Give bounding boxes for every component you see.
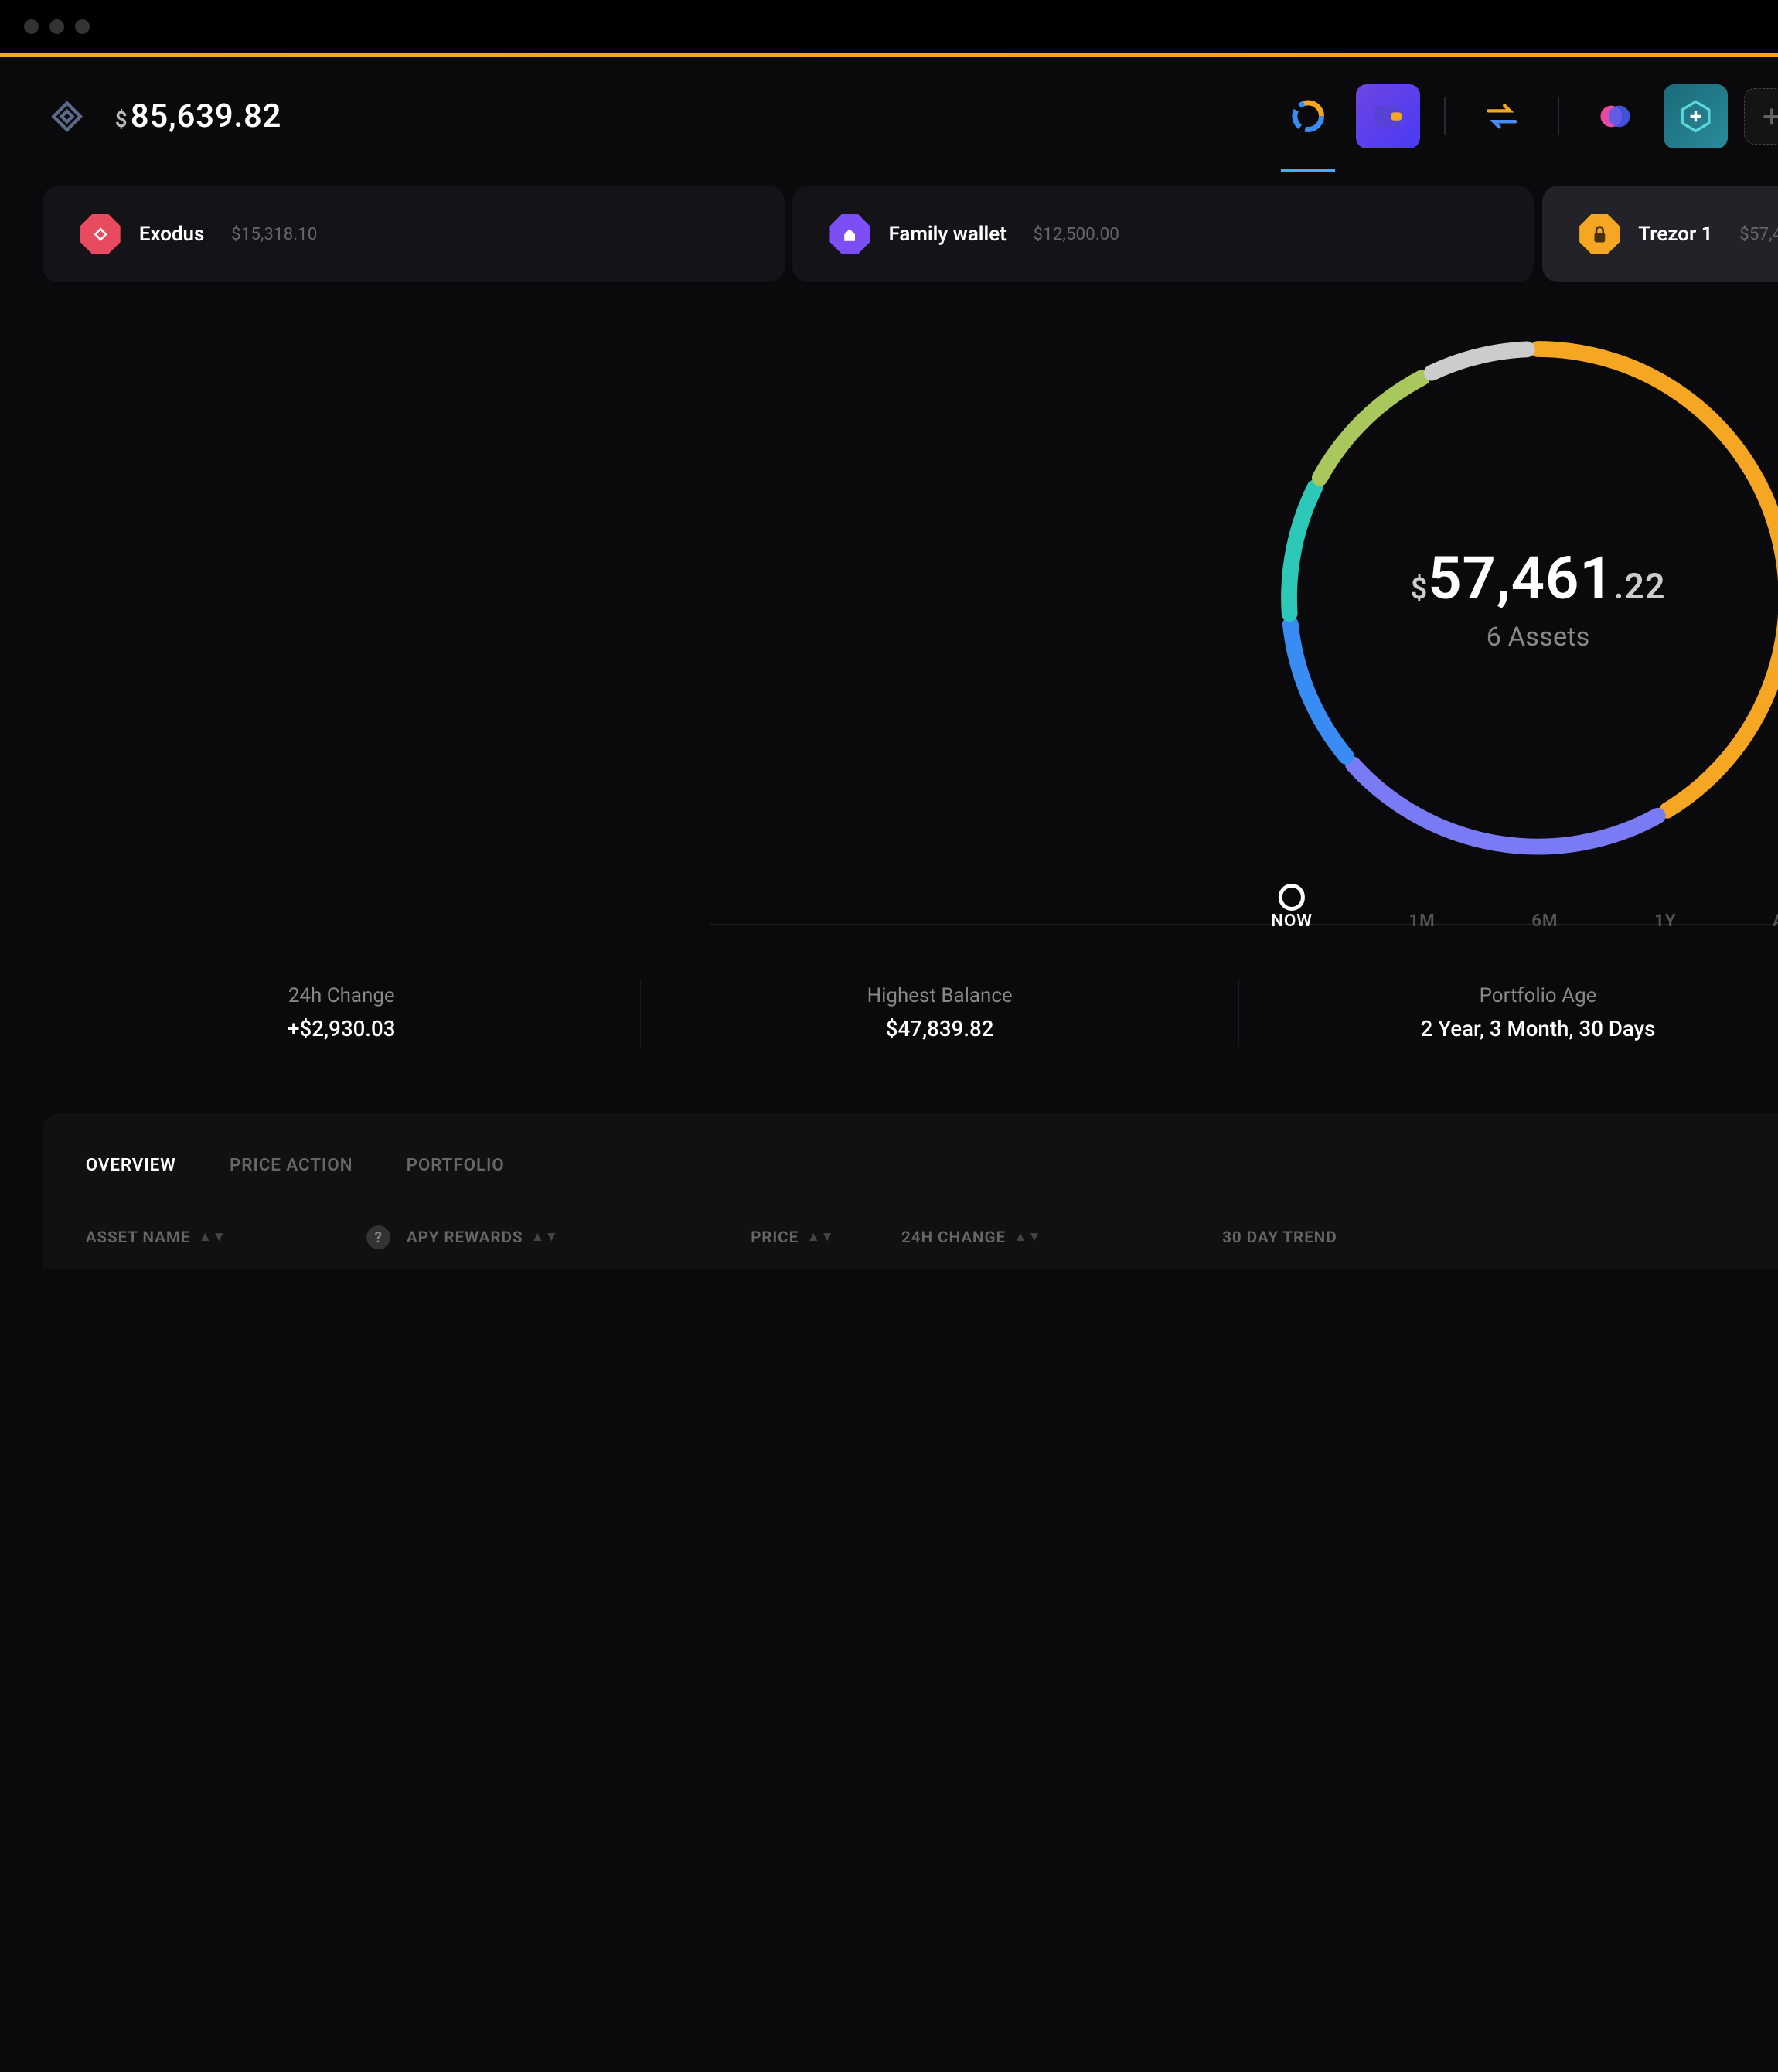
assets-count: 6 Assets xyxy=(1411,621,1666,652)
portfolio-balance: $57,461.22 xyxy=(1411,544,1666,613)
time-range-all[interactable]: ALL xyxy=(1773,911,1778,931)
table-tabs-row: OVERVIEW PRICE ACTION PORTFOLIO With bal… xyxy=(86,1154,1778,1177)
time-range-1m[interactable]: 1M xyxy=(1408,911,1435,931)
tab-portfolio[interactable]: PORTFOLIO xyxy=(407,1155,505,1175)
wallet-tab-name: Trezor 1 xyxy=(1638,223,1712,246)
help-icon[interactable]: ? xyxy=(366,1225,390,1249)
assets-table-section: OVERVIEW PRICE ACTION PORTFOLIO With bal… xyxy=(43,1113,1778,1269)
wallet-tab-amount: $15,318.10 xyxy=(231,224,317,244)
nav-wallet-icon[interactable] xyxy=(1356,84,1420,148)
table-tabs: OVERVIEW PRICE ACTION PORTFOLIO xyxy=(86,1155,505,1175)
wallet-trezor-icon xyxy=(1579,214,1620,254)
nav-divider xyxy=(1558,97,1559,135)
app-logo-icon[interactable] xyxy=(43,92,90,140)
stat-24h-change: 24h Change +$2,930.03 xyxy=(43,979,641,1046)
th-30day-trend[interactable]: 30 DAY TREND xyxy=(1222,1225,1490,1249)
wallet-tabs: Exodus $15,318.10 Family wallet $12,500.… xyxy=(43,186,1778,282)
time-range-selector: NOW 1M 6M 1Y ALL xyxy=(1271,911,1778,931)
wallet-tab-amount: $12,500.00 xyxy=(1034,224,1119,244)
th-asset-name[interactable]: ASSET NAME▲▼ xyxy=(86,1225,366,1249)
topbar: $85,639.82 xyxy=(0,57,1778,175)
portfolio-donut: $57,461.22 6 Assets xyxy=(1257,317,1778,879)
traffic-close-icon[interactable] xyxy=(24,19,39,34)
wallet-tab-exodus[interactable]: Exodus $15,318.10 xyxy=(43,186,784,282)
main-chart: $57,461.22 6 Assets NOW 1M 6M 1Y ALL 24h… xyxy=(0,282,1778,1047)
stats-row: 24h Change +$2,930.03 Highest Balance $4… xyxy=(43,979,1778,1046)
traffic-max-icon[interactable] xyxy=(75,19,90,34)
nav-apps-icon[interactable] xyxy=(1583,84,1647,148)
window-titlebar xyxy=(0,0,1778,53)
table-header: ASSET NAME▲▼ ?APY REWARDS▲▼ PRICE▲▼ 24H … xyxy=(86,1225,1778,1268)
th-price[interactable]: PRICE▲▼ xyxy=(634,1225,835,1249)
nav-divider xyxy=(1444,97,1446,135)
stat-highest-balance: Highest Balance $47,839.82 xyxy=(641,979,1239,1046)
donut-center: $57,461.22 6 Assets xyxy=(1411,544,1666,652)
time-range-now[interactable]: NOW xyxy=(1271,911,1313,931)
tab-price-action[interactable]: PRICE ACTION xyxy=(230,1155,353,1175)
wallet-tab-name: Exodus xyxy=(139,223,204,246)
wallet-family-icon xyxy=(829,214,870,254)
nav-add-hex-icon[interactable] xyxy=(1664,84,1728,148)
traffic-min-icon[interactable] xyxy=(49,19,64,34)
stat-portfolio-age: Portfolio Age 2 Year, 3 Month, 30 Days xyxy=(1239,979,1778,1046)
wallet-tab-trezor[interactable]: Trezor 1 $57,461.22 xyxy=(1542,186,1778,282)
wallet-exodus-icon xyxy=(80,214,121,254)
nav-add-button[interactable] xyxy=(1744,88,1778,145)
tab-overview[interactable]: OVERVIEW xyxy=(86,1155,176,1175)
wallet-tab-amount: $57,461.22 xyxy=(1739,224,1778,244)
nav-portfolio-icon[interactable] xyxy=(1276,84,1340,148)
total-balance: $85,639.82 xyxy=(115,97,282,135)
wallet-tab-family[interactable]: Family wallet $12,500.00 xyxy=(792,186,1534,282)
wallet-tab-name: Family wallet xyxy=(889,223,1007,246)
th-24h-change[interactable]: 24H CHANGE▲▼ xyxy=(901,1225,1129,1249)
logo-balance-group: $85,639.82 xyxy=(43,92,281,140)
th-apy-rewards[interactable]: ?APY REWARDS▲▼ xyxy=(366,1225,634,1249)
nav-exchange-icon[interactable] xyxy=(1470,84,1534,148)
time-range-6m[interactable]: 6M xyxy=(1531,911,1558,931)
time-range-1y[interactable]: 1Y xyxy=(1654,911,1676,931)
nav-center xyxy=(1276,84,1778,148)
